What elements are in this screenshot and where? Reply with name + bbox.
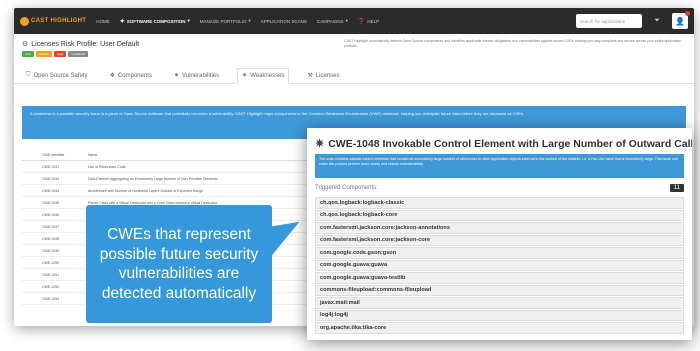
cwe-name: Use of Redundant Code — [88, 164, 126, 169]
header-description: CAST Highlight automatically detects Ope… — [344, 39, 682, 48]
triggered-components-header: Triggered Components: 11 — [315, 182, 684, 194]
nav-software-composition-label: SOFTWARE COMPOSITION — [126, 18, 186, 24]
list-item[interactable]: com.fasterxml.jackson.core:jackson-core — [315, 234, 684, 246]
nav-home-label: HOME — [96, 18, 110, 24]
list-item[interactable]: commons-fileupload:commons-fileupload — [315, 284, 684, 296]
search-placeholder: search for applications — [580, 18, 626, 24]
nav-campaigns-label: CAMPAIGNS — [316, 18, 344, 24]
badge-high: High — [54, 51, 67, 57]
chevron-down-icon: ▾ — [345, 18, 348, 23]
list-item[interactable]: javax.mail:mail — [315, 297, 684, 309]
component-list: ch.qos.logback:logback-classic ch.qos.lo… — [315, 197, 684, 334]
bug-icon: ✷ — [242, 73, 248, 79]
cwe-name: Parent Class with a Virtual Destructor a… — [88, 200, 218, 205]
nav-manage-portfolio[interactable]: MANAGE PORTFOLIO ▾ — [200, 18, 251, 24]
triggered-count-badge: 11 — [669, 184, 684, 192]
triggered-label: Triggered Components: — [315, 185, 378, 191]
cwe-id: CWE-1048 — [42, 236, 60, 241]
page-title-text: Licenses Risk Profile: User Default — [31, 40, 140, 48]
tab-open-source-safety[interactable]: ⛉ Open Source Safety — [22, 72, 92, 83]
cwe-detail-popup: ✷ CWE-1048 Invokable Control Element wit… — [307, 128, 692, 340]
cwe-name: Data Element Aggregating an Excessively … — [88, 176, 218, 181]
cwe-id: CWE-1049 — [42, 248, 60, 253]
logo-text: CAST HIGHLIGHT — [31, 18, 87, 24]
chevron-down-icon: ▾ — [248, 18, 251, 23]
logo-mark-icon — [20, 16, 29, 26]
list-item[interactable]: ch.qos.logback:logback-classic — [315, 197, 684, 209]
nav-help-label: HELP — [367, 18, 380, 24]
popup-title: ✷ CWE-1048 Invokable Control Element wit… — [315, 137, 692, 151]
tab-weaknesses[interactable]: ✷ Weaknesses — [237, 68, 290, 84]
gavel-icon: ⚒ — [307, 73, 313, 79]
popup-description: The code contains callable control eleme… — [315, 154, 684, 178]
nav-home[interactable]: HOME — [96, 19, 110, 24]
badge-medium: Medium — [35, 51, 53, 57]
list-item[interactable]: org.apache.tika:tika-core — [315, 322, 684, 334]
tab-vulnerabilities[interactable]: ✷ Vulnerabilities — [170, 72, 223, 83]
list-item[interactable]: com.fasterxml.jackson.core:jackson-annot… — [315, 222, 684, 234]
risk-badges: Low Medium High Undefined — [22, 51, 686, 57]
nav-manage-portfolio-label: MANAGE PORTFOLIO — [199, 18, 247, 24]
top-navigation-bar: CAST HIGHLIGHT HOME ✦ SOFTWARE COMPOSITI… — [14, 8, 694, 34]
nav-help[interactable]: ❓ HELP — [358, 18, 379, 25]
cwe-id: CWE-1046 — [42, 212, 60, 217]
cubes-icon: ✦ — [119, 18, 125, 25]
tab-label: Components — [117, 72, 152, 79]
list-item[interactable]: ch.qos.logback:logback-core — [315, 209, 684, 221]
tab-licenses[interactable]: ⚒ Licenses — [303, 72, 343, 83]
cubes-icon: ❖ — [109, 73, 115, 79]
column-header-cwe-id[interactable]: CWE Identifier — [22, 153, 88, 157]
tab-components[interactable]: ❖ Components — [106, 72, 156, 83]
nav-application-scans-label: APPLICATION SCANS — [260, 18, 307, 24]
cwe-id: CWE-1050 — [42, 260, 60, 265]
list-item[interactable]: log4j:log4j — [315, 309, 684, 321]
cwe-id: CWE-1047 — [42, 224, 60, 229]
user-icon: 👤 — [675, 16, 685, 26]
cwe-name: Architecture with Number of Horizontal L… — [88, 188, 204, 193]
nav-application-scans[interactable]: APPLICATION SCANS — [261, 19, 307, 24]
callout-text: CWEs that represent possible future secu… — [99, 226, 259, 302]
nav-software-composition[interactable]: ✦ SOFTWARE COMPOSITION ▾ — [120, 18, 190, 25]
tab-label: Licenses — [315, 72, 340, 79]
tab-label: Vulnerabilities — [182, 72, 220, 79]
tab-bar: ⛉ Open Source Safety ❖ Components ✷ Vuln… — [14, 68, 694, 84]
search-input[interactable]: search for applications — [576, 14, 642, 28]
cwe-id: CWE-1051 — [42, 272, 60, 277]
nav-campaigns[interactable]: CAMPAIGNS ▾ — [317, 18, 348, 24]
list-item[interactable]: com.google.guava:guava-testlib — [315, 272, 684, 284]
cwe-id: CWE-1041 — [42, 164, 60, 169]
cwe-id: CWE-1052 — [42, 284, 60, 289]
badge-low: Low — [22, 51, 34, 57]
notification-dot — [685, 11, 690, 16]
user-menu-button[interactable]: 👤 — [672, 11, 690, 29]
page-header: ⚙ Licenses Risk Profile: User Default Lo… — [14, 34, 694, 68]
help-circle-icon: ❓ — [357, 18, 366, 25]
gear-icon[interactable]: ⚙ — [22, 40, 28, 48]
list-item[interactable]: com.google.guava:guava — [315, 259, 684, 271]
cwe-id: CWE-1043 — [42, 176, 60, 181]
feature-callout: CWEs that represent possible future secu… — [86, 205, 272, 323]
chevron-down-icon: ▾ — [187, 18, 190, 23]
tab-label: Weaknesses — [250, 72, 285, 79]
badge-undefined: Undefined — [68, 51, 89, 57]
column-header-name[interactable]: Name — [88, 153, 288, 157]
shield-icon: ⛉ — [26, 72, 31, 78]
tab-label: Open Source Safety — [33, 72, 88, 79]
bug-icon: ✷ — [315, 138, 325, 150]
app-logo[interactable]: CAST HIGHLIGHT — [20, 16, 87, 26]
list-item[interactable]: com.google.code.gson:gson — [315, 247, 684, 259]
cwe-id: CWE-1045 — [42, 200, 60, 205]
popup-title-text: CWE-1048 Invokable Control Element with … — [328, 137, 692, 150]
cwe-id: CWE-1053 — [42, 296, 60, 301]
cwe-id: CWE-1044 — [42, 188, 60, 193]
filter-icon[interactable]: ⏷ — [652, 15, 662, 27]
bug-icon: ✷ — [173, 73, 180, 79]
